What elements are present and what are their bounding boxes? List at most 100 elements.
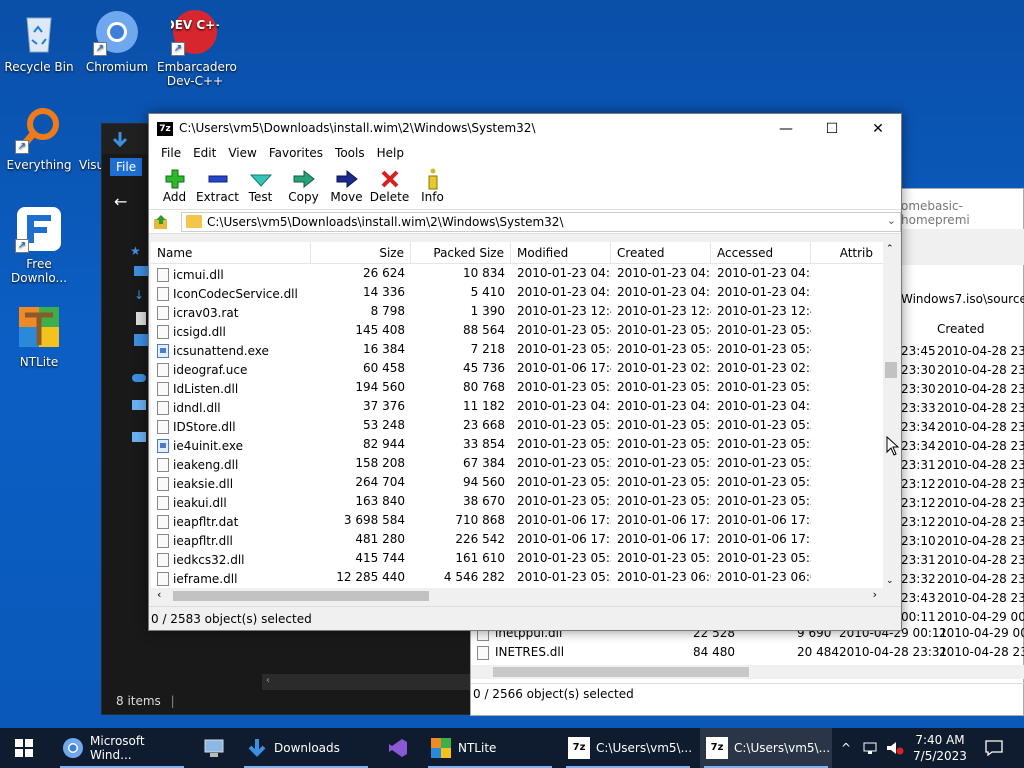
explorer-nav-pane[interactable]: ★ ↓	[102, 184, 148, 684]
menu-help[interactable]: Help	[371, 144, 410, 164]
col-accessed[interactable]: Accessed	[711, 242, 811, 263]
main-titlebar[interactable]: 7z C:\Users\vm5\Downloads\install.wim\2\…	[149, 114, 901, 144]
col-size[interactable]: Size	[311, 242, 411, 263]
this-pc-icon[interactable]	[132, 400, 146, 410]
desktop-icon-everything[interactable]: ↗ Everything	[1, 106, 77, 172]
menu-view[interactable]: View	[222, 144, 262, 164]
scroll-up-icon[interactable]: ⌃	[886, 244, 894, 254]
bg-table-row[interactable]: 23:302010-04-28 23:30	[901, 382, 1024, 401]
menu-file[interactable]: File	[155, 144, 187, 164]
table-row[interactable]: ie4uinit.exe 82 944 33 854 2010-01-23 05:29…	[151, 435, 899, 454]
bg-table-row[interactable]: 23:342010-04-28 23:34	[901, 439, 1024, 458]
table-row[interactable]: ieakeng.dll 158 208 67 384 2010-01-23 05:29…	[151, 454, 899, 473]
network-icon[interactable]	[132, 432, 146, 442]
desktop-icon-devcpp[interactable]: DEV C++ ↗ Embarcadero Dev-C++	[157, 8, 237, 88]
col-name[interactable]: Name	[151, 242, 311, 263]
bg-table-row[interactable]: 23:452010-04-28 23:45	[901, 344, 1024, 363]
col-attrib[interactable]: Attrib	[811, 242, 879, 263]
copy-button[interactable]: Copy	[282, 164, 325, 209]
col-created[interactable]: Created	[611, 242, 711, 263]
notification-icon[interactable]	[976, 728, 1012, 768]
chevron-up-icon[interactable]: ^	[838, 728, 854, 768]
taskbar-item-downloads[interactable]: Downloads	[240, 728, 372, 768]
taskbar-item-browser[interactable]: Microsoft Wind...	[56, 728, 188, 768]
maximize-icon[interactable]: ☐	[809, 114, 855, 144]
downloads-nav-icon[interactable]: ↓	[134, 288, 144, 302]
scroll-left-icon[interactable]: ‹	[266, 675, 270, 686]
table-row[interactable]: icrav03.rat 8 798 1 390 2010-01-23 12:41 201…	[151, 302, 899, 321]
table-row[interactable]: ieapfltr.dat 3 698 584 710 868 2010-01-06 1…	[151, 511, 899, 530]
bg-table-row[interactable]: 23:342010-04-28 23:34	[901, 420, 1024, 439]
horizontal-scrollbar[interactable]: ‹ ›	[151, 588, 883, 604]
desktop-icon-free-download-manager[interactable]: ↗ Free Downlo...	[1, 205, 77, 285]
bg-hscroll-thumb[interactable]	[493, 667, 749, 677]
bg-table-row[interactable]: 23:432010-04-28 23:43	[901, 591, 1024, 610]
volume-muted-icon[interactable]	[884, 728, 906, 768]
table-row[interactable]: idndl.dll 37 376 11 182 2010-01-23 04:39 201…	[151, 397, 899, 416]
desktop-icon-recycle-bin[interactable]: Recycle Bin	[1, 8, 77, 74]
table-row[interactable]: IconCodecService.dll 14 336 5 410 2010-01-2…	[151, 283, 899, 302]
table-row[interactable]: icsunattend.exe 16 384 7 218 2010-01-23 05:…	[151, 340, 899, 359]
bg-table-row[interactable]: 23:122010-04-28 23:12	[901, 496, 1024, 515]
menu-favorites[interactable]: Favorites	[263, 144, 329, 164]
move-button[interactable]: Move	[325, 164, 368, 209]
bg-table-row[interactable]: 23:102010-04-28 23:10	[901, 534, 1024, 553]
bg-table-row[interactable]: 23:122010-04-28 23:12	[901, 515, 1024, 534]
close-icon[interactable]: ✕	[855, 114, 901, 144]
explorer-hscroll[interactable]: ‹	[262, 674, 480, 690]
bg-address-fragment[interactable]: Windows7.iso\sources\i	[901, 292, 1024, 312]
table-row[interactable]: ieapfltr.dll 481 280 226 542 2010-01-06 17:…	[151, 530, 899, 549]
table-row[interactable]: ieakui.dll 163 840 38 670 2010-01-23 05:29 2…	[151, 492, 899, 511]
info-button[interactable]: Info	[411, 164, 454, 209]
network-icon[interactable]	[860, 728, 880, 768]
bg-col-created[interactable]: Created	[901, 322, 1024, 342]
delete-button[interactable]: Delete	[368, 164, 411, 209]
bg-table-row[interactable]: 23:122010-04-28 23:12	[901, 477, 1024, 496]
col-packed-size[interactable]: Packed Size	[411, 242, 511, 263]
taskbar-item-7zip-2[interactable]: 7z C:\Users\vm5\...	[700, 728, 832, 768]
add-button[interactable]: Add	[153, 164, 196, 209]
bg-table-row[interactable]: 23:332010-04-28 23:33	[901, 401, 1024, 420]
file-list[interactable]: Name Size Packed Size Modified Created A…	[151, 242, 899, 588]
desktop-folder-icon[interactable]	[134, 266, 148, 276]
table-row[interactable]: IdListen.dll 194 560 80 768 2010-01-23 05: 2…	[151, 378, 899, 397]
table-row[interactable]: ieaksie.dll 264 704 94 560 2010-01-23 05:29…	[151, 473, 899, 492]
table-row[interactable]: ideograf.uce 60 458 45 736 2010-01-06 17:47…	[151, 359, 899, 378]
menu-edit[interactable]: Edit	[187, 144, 222, 164]
bg-table-row[interactable]: 23:322010-04-28 23:32	[901, 572, 1024, 591]
extract-button[interactable]: Extract	[196, 164, 239, 209]
scroll-left-icon[interactable]: ‹	[157, 588, 161, 601]
star-icon[interactable]: ★	[130, 244, 141, 258]
table-row[interactable]: IDStore.dll 53 248 23 668 2010-01-23 05:20 2…	[151, 416, 899, 435]
test-button[interactable]: Test	[239, 164, 282, 209]
table-row[interactable]: iedkcs32.dll 415 744 161 610 2010-01-23 05:…	[151, 549, 899, 568]
clock[interactable]: 7:40 AM 7/5/2023	[912, 728, 968, 768]
documents-icon[interactable]	[136, 312, 146, 325]
table-row[interactable]: icmui.dll 26 624 10 834 2010-01-23 04:57 201…	[151, 264, 899, 283]
taskbar-item-pinned-app[interactable]	[196, 728, 232, 768]
vertical-scrollbar[interactable]: ⌃ ⌄	[883, 242, 899, 588]
bg-hscroll[interactable]	[471, 665, 1024, 679]
explorer-file-tab[interactable]: File	[110, 158, 143, 176]
pictures-icon[interactable]	[134, 334, 148, 346]
taskbar-item-ntlite[interactable]: NTLite	[424, 728, 556, 768]
table-row[interactable]: ieframe.dll 12 285 440 4 546 282 2010-01-23…	[151, 568, 899, 587]
bg-table-row[interactable]: 23:312010-04-28 23:31	[901, 458, 1024, 477]
onedrive-icon[interactable]	[132, 374, 146, 382]
taskbar-item-7zip-1[interactable]: 7z C:\Users\vm5\...	[562, 728, 694, 768]
bg-table-row[interactable]: 23:302010-04-28 23:30	[901, 363, 1024, 382]
folder-up-icon[interactable]	[153, 214, 169, 230]
scroll-right-icon[interactable]: ›	[873, 588, 877, 601]
menu-tools[interactable]: Tools	[329, 144, 371, 164]
taskbar-item-visual-studio[interactable]	[380, 728, 416, 768]
bg-table-row[interactable]: 23:312010-04-28 23:31	[901, 553, 1024, 572]
desktop-icon-chromium[interactable]: ↗ Chromium	[79, 8, 155, 74]
start-button[interactable]	[0, 728, 48, 768]
desktop-icon-ntlite[interactable]: NTLite	[1, 303, 77, 369]
table-row[interactable]: INETRES.dll 84 480 20 484 2010-04-28 23:…	[477, 645, 1024, 664]
desktop-icon-partial[interactable]: Visu	[79, 106, 103, 172]
chevron-down-icon[interactable]: ⌄	[887, 214, 896, 227]
vertical-scroll-thumb[interactable]	[885, 362, 897, 378]
table-row[interactable]: icsigd.dll 145 408 88 564 2010-01-23 05:46 2…	[151, 321, 899, 340]
minimize-icon[interactable]: —	[763, 114, 809, 144]
